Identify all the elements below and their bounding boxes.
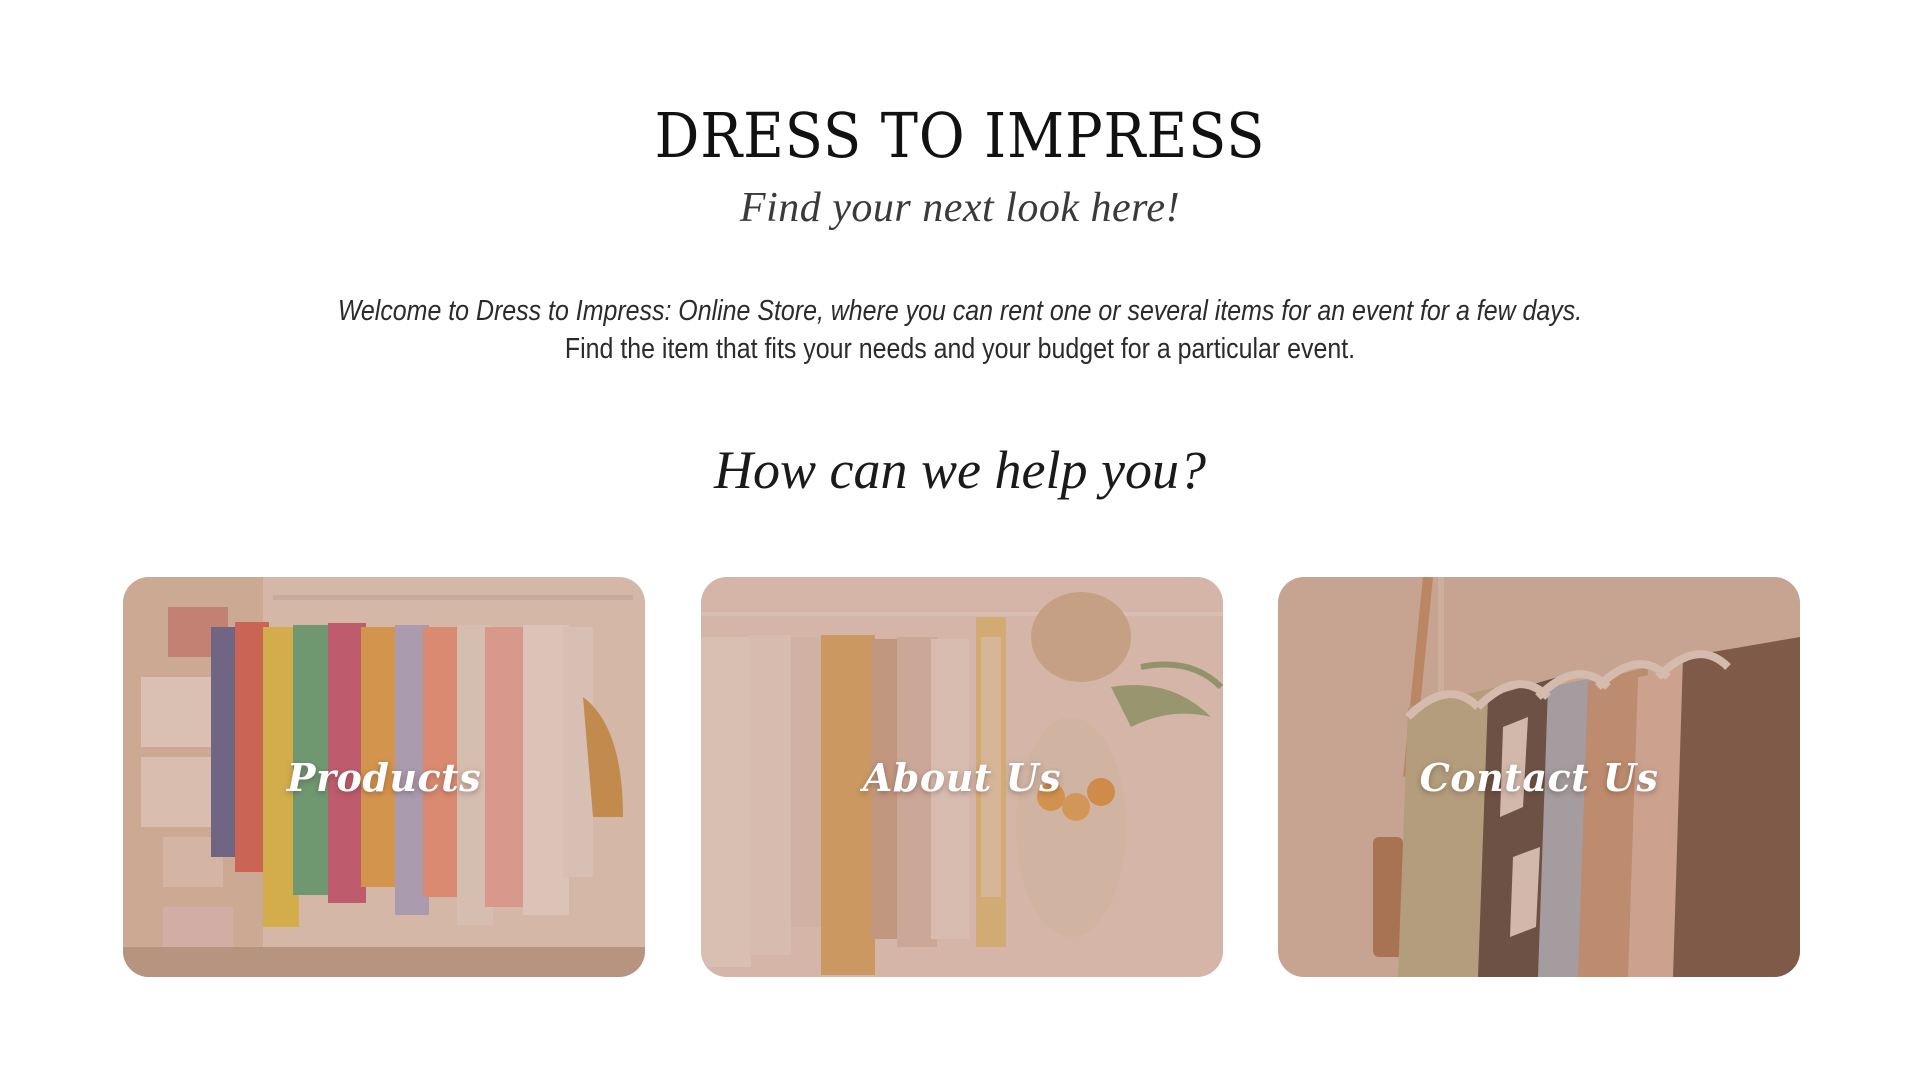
products-card[interactable]: Products [123,577,645,977]
tagline: Find your next look here! [739,185,1181,231]
about-us-card-label: About Us [862,754,1062,800]
intro-line-2: Find the item that fits your needs and y… [564,333,1356,365]
contact-us-card-label: Contact Us [1419,754,1659,800]
about-us-card[interactable]: About Us [701,577,1223,977]
brand-title: DRESS TO IMPRESS [654,99,1266,172]
help-heading: How can we help you? [714,440,1206,500]
navigation-cards: Products About Us Contact Us [123,577,1800,977]
page-header: DRESS TO IMPRESS Find your next look her… [0,96,1920,232]
products-card-label: Products [286,754,482,800]
contact-us-card[interactable]: Contact Us [1278,577,1800,977]
intro-line-1: Welcome to Dress to Impress: Online Stor… [337,295,1583,327]
intro-text: Welcome to Dress to Impress: Online Stor… [0,292,1920,368]
